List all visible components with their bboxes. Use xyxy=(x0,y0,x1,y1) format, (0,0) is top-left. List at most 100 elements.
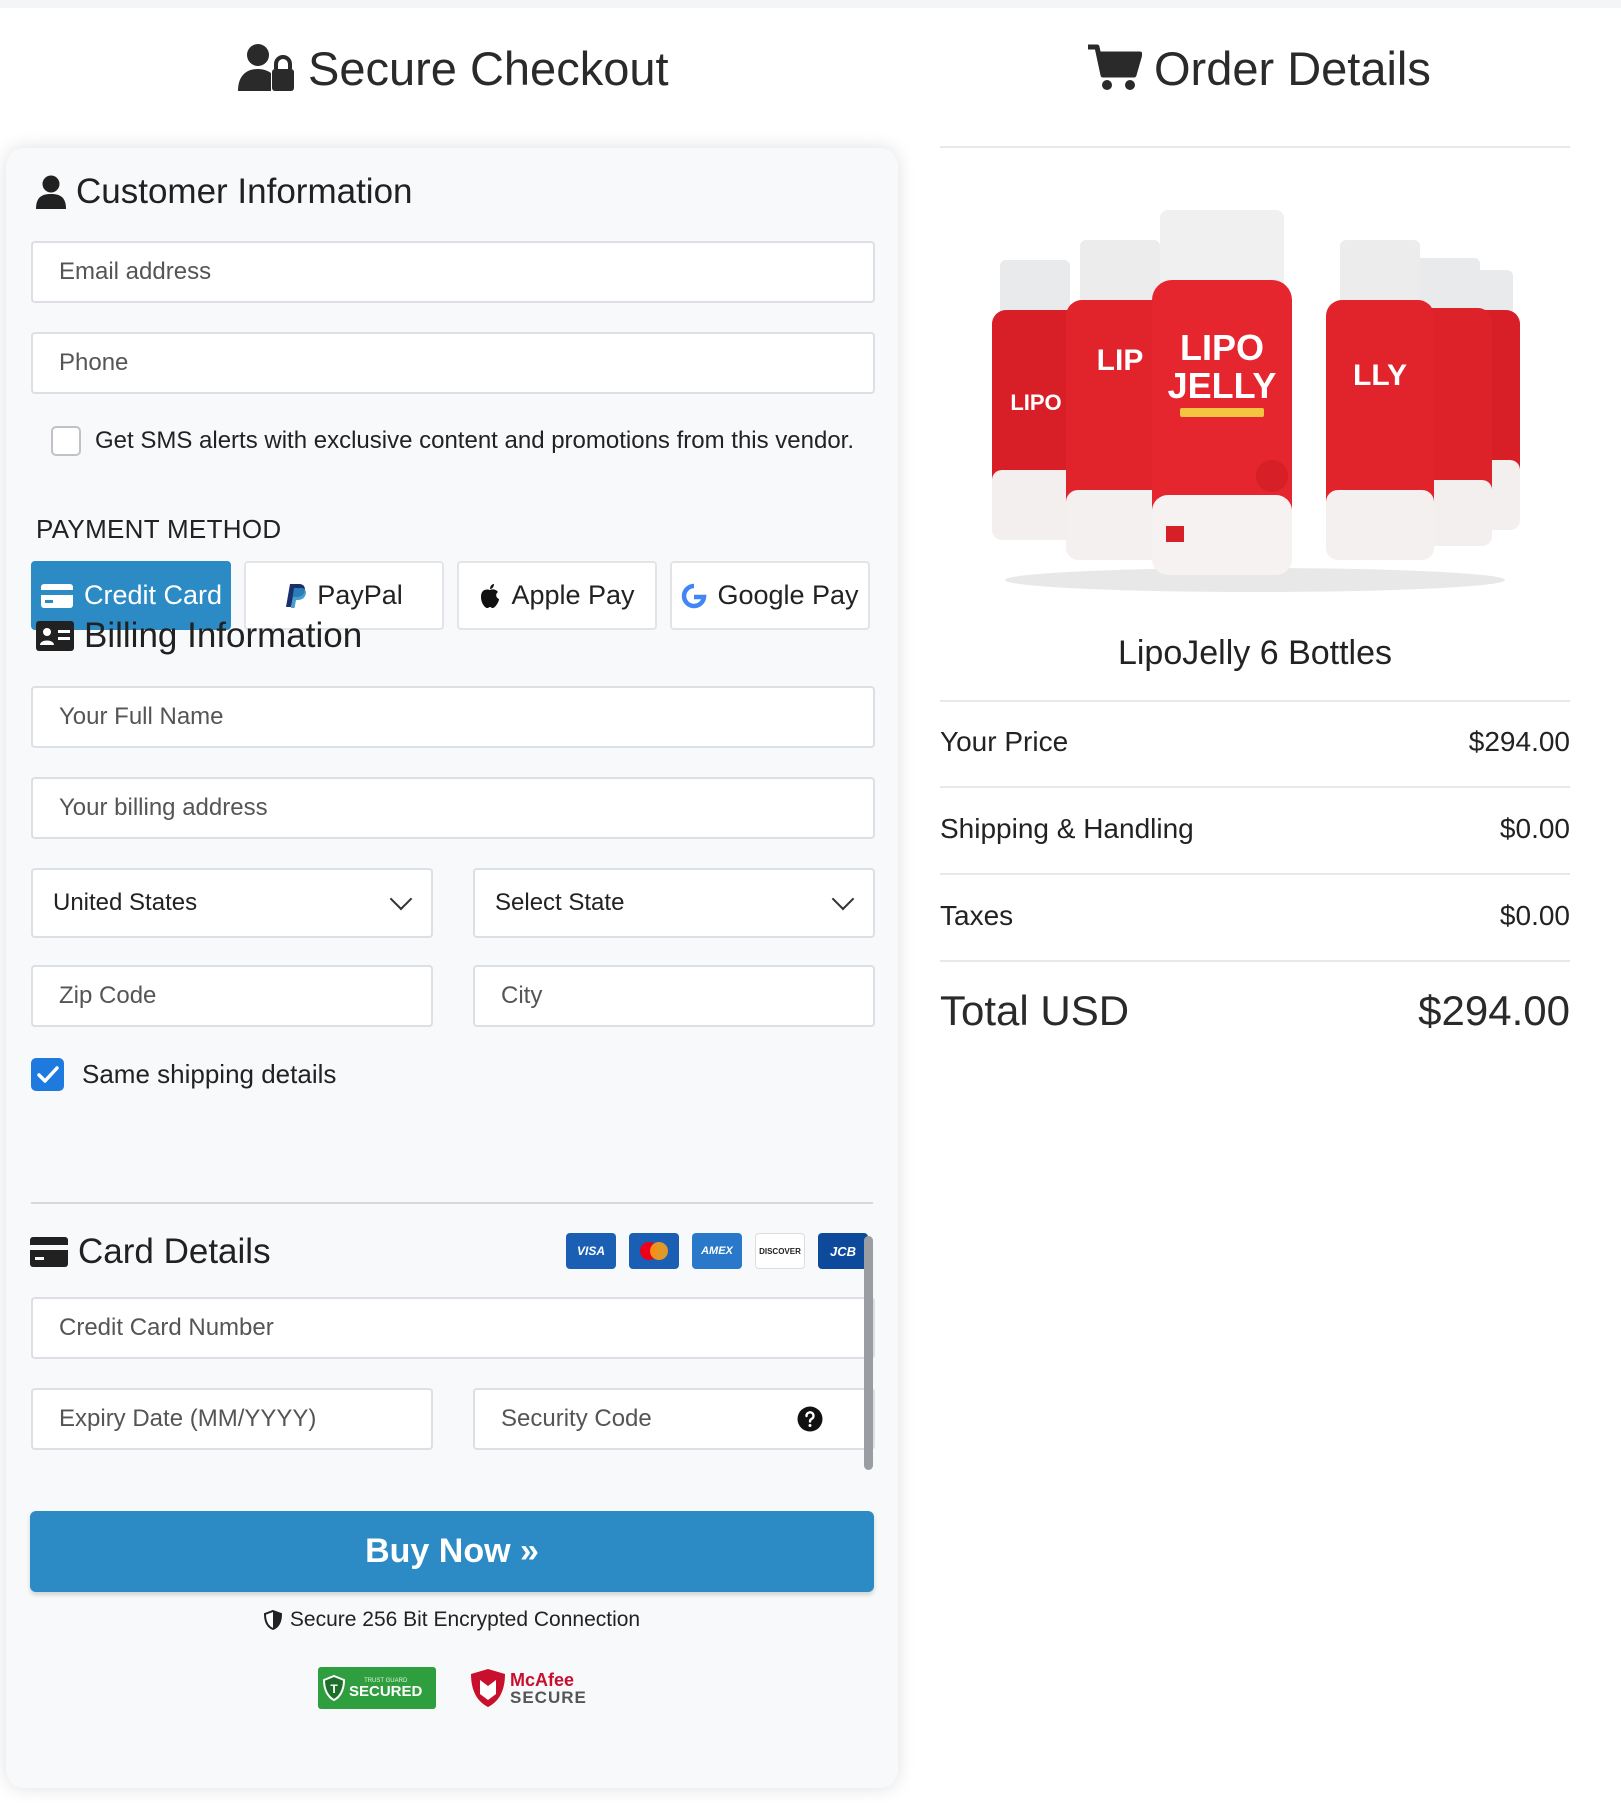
visa-logo: VISA xyxy=(566,1233,616,1269)
mastercard-circles xyxy=(640,1242,668,1260)
shield-icon xyxy=(263,1610,282,1630)
discover-logo: DISCOVER xyxy=(755,1233,805,1269)
chevron-down-icon xyxy=(831,887,855,911)
pay-apple-pay-button[interactable]: Apple Pay xyxy=(457,561,657,630)
order-divider xyxy=(940,873,1570,875)
sms-optin-checkbox[interactable] xyxy=(51,426,81,456)
id-card-icon xyxy=(36,621,74,651)
summary-row-price: Your Price $294.00 xyxy=(940,726,1570,758)
zip-code-placeholder: Zip Code xyxy=(59,982,157,1009)
svg-text:LIPO: LIPO xyxy=(1010,390,1061,415)
country-value: United States xyxy=(53,889,198,916)
summary-value: $294.00 xyxy=(1468,726,1570,757)
email-field[interactable]: Email address xyxy=(31,241,875,303)
credit-card-icon xyxy=(40,583,73,608)
phone-placeholder: Phone xyxy=(59,349,129,376)
paypal-icon xyxy=(286,583,307,608)
country-select[interactable]: United States xyxy=(31,868,433,938)
city-placeholder: City xyxy=(501,982,543,1009)
pay-credit-card-label: Credit Card xyxy=(83,580,223,610)
summary-row-taxes: Taxes $0.00 xyxy=(940,900,1570,932)
summary-label: Your Price xyxy=(940,726,1069,757)
buy-now-button[interactable]: Buy Now » xyxy=(30,1511,874,1592)
svg-text:LIP: LIP xyxy=(1097,344,1144,377)
summary-label: Taxes xyxy=(940,900,1014,931)
user-lock-icon xyxy=(238,44,294,91)
same-shipping-label: Same shipping details xyxy=(82,1059,337,1089)
secure-connection-text: Secure 256 Bit Encrypted Connection xyxy=(289,1608,641,1631)
visa-logo-text: VISA xyxy=(576,1244,605,1258)
summary-row-shipping: Shipping & Handling $0.00 xyxy=(940,813,1570,845)
page-title: Secure Checkout xyxy=(308,41,669,95)
email-placeholder: Email address xyxy=(59,258,212,285)
customer-info-title: Customer Information xyxy=(76,172,413,211)
full-name-field[interactable]: Your Full Name xyxy=(31,686,875,748)
billing-address-field[interactable]: Your billing address xyxy=(31,777,875,839)
question-circle-icon[interactable] xyxy=(797,1406,823,1432)
state-select[interactable]: Select State xyxy=(473,868,875,938)
summary-value: $0.00 xyxy=(1499,813,1570,844)
billing-info-title: Billing Information xyxy=(84,616,363,655)
summary-label: Shipping & Handling xyxy=(940,813,1194,844)
pay-apple-pay-label: Apple Pay xyxy=(511,580,635,610)
product-label-line2: JELLY xyxy=(1168,365,1277,406)
jcb-logo: JCB xyxy=(818,1233,868,1269)
expiry-date-field[interactable]: Expiry Date (MM/YYYY) xyxy=(31,1388,433,1450)
payment-method-label: PAYMENT METHOD xyxy=(36,514,282,544)
total-label: Total USD xyxy=(940,987,1130,1034)
same-shipping-row: Same shipping details xyxy=(31,1058,336,1091)
order-divider xyxy=(940,700,1570,702)
bottle-mid-right: LLY xyxy=(1326,240,1434,560)
pay-google-pay-button[interactable]: Google Pay xyxy=(670,561,870,630)
product-label-line1: LIPO xyxy=(1180,327,1264,368)
security-code-placeholder: Security Code xyxy=(501,1405,652,1432)
mcafee-badge: McAfee SECURE xyxy=(470,1666,587,1710)
mcafee-bottom-text: SECURE xyxy=(510,1687,587,1707)
sms-optin-label: Get SMS alerts with exclusive content an… xyxy=(95,427,855,454)
mastercard-logo xyxy=(629,1233,679,1269)
total-value: $294.00 xyxy=(1418,987,1570,1034)
checkmark-icon xyxy=(36,1065,59,1083)
zip-code-field[interactable]: Zip Code xyxy=(31,965,433,1027)
amex-logo: AMEX xyxy=(692,1233,742,1269)
order-divider-top xyxy=(940,146,1570,148)
mcafee-shield-icon xyxy=(471,1669,505,1707)
trust-guard-main-text: SECURED xyxy=(349,1682,423,1700)
order-heading: Order Details xyxy=(1088,36,1431,100)
card-details-title: Card Details xyxy=(78,1232,271,1271)
order-divider xyxy=(940,786,1570,788)
card-details-heading: Card Details xyxy=(30,1232,271,1272)
full-name-placeholder: Your Full Name xyxy=(59,703,224,730)
mcafee-text: McAfee SECURE xyxy=(510,1671,587,1706)
order-title: Order Details xyxy=(1154,41,1431,95)
bottle-front: LIPO JELLY xyxy=(1152,210,1292,575)
phone-field[interactable]: Phone xyxy=(31,332,875,394)
billing-address-placeholder: Your billing address xyxy=(59,794,268,821)
card-logos: VISA AMEX DISCOVER JCB xyxy=(566,1233,868,1269)
shopping-cart-icon xyxy=(1088,44,1142,90)
summary-value: $0.00 xyxy=(1499,900,1570,931)
jcb-logo-text: JCB xyxy=(829,1243,856,1259)
city-field[interactable]: City xyxy=(473,965,875,1027)
expiry-date-placeholder: Expiry Date (MM/YYYY) xyxy=(59,1405,317,1432)
user-icon xyxy=(36,175,66,209)
google-icon xyxy=(682,583,707,608)
same-shipping-checkbox[interactable] xyxy=(31,1058,64,1091)
trust-guard-badge: T TRUST GUARD SECURED xyxy=(318,1666,436,1710)
secure-connection-note: Secure 256 Bit Encrypted Connection xyxy=(0,1608,904,1632)
discover-logo-text: DISCOVER xyxy=(759,1246,801,1256)
svg-text:T: T xyxy=(330,1682,338,1696)
apple-icon xyxy=(481,583,500,608)
pay-google-pay-label: Google Pay xyxy=(717,580,859,610)
trust-guard-box: T TRUST GUARD SECURED xyxy=(318,1667,436,1709)
svg-text:LLY: LLY xyxy=(1353,359,1407,392)
card-number-field[interactable]: Credit Card Number xyxy=(31,1297,875,1359)
top-strip xyxy=(0,0,1621,8)
chevron-down-icon xyxy=(389,887,413,911)
product-image: LIPO LLY LIP LIPO JELLY xyxy=(992,210,1520,592)
trust-guard-text: TRUST GUARD SECURED xyxy=(349,1678,422,1699)
checkout-heading: Secure Checkout xyxy=(238,36,669,100)
scrollbar[interactable] xyxy=(864,1236,873,1470)
section-divider xyxy=(31,1202,873,1204)
security-code-field[interactable]: Security Code xyxy=(473,1388,875,1450)
